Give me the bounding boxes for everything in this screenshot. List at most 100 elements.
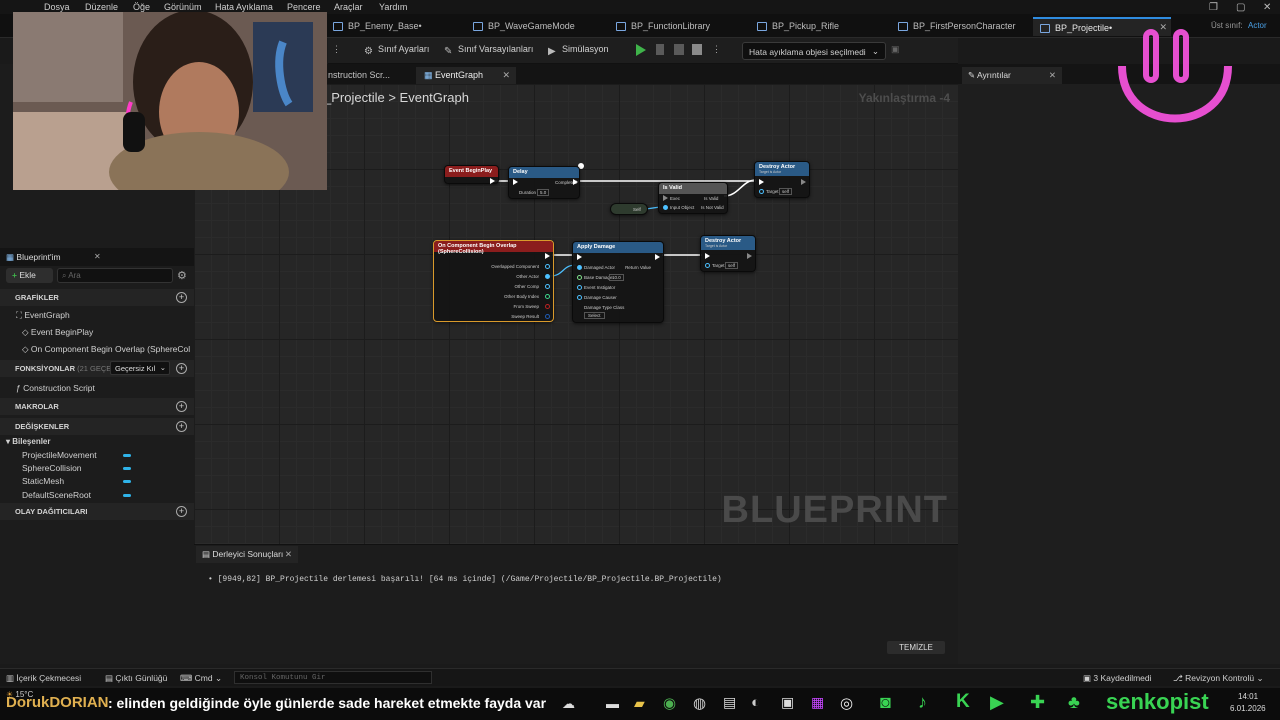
exec-out-pin[interactable]	[490, 178, 495, 184]
section-graphs[interactable]: GRAFİKLER +	[0, 289, 194, 306]
steam-icon[interactable]: ◐	[751, 694, 760, 711]
override-dropdown[interactable]: Geçersiz Kıl ⌄	[110, 361, 170, 375]
tab-compiler-results[interactable]: ▤ Derleyici Sonuçları ✕	[196, 546, 298, 563]
class-defaults-button[interactable]: ✎ Sınıf Varsayılanları	[444, 44, 533, 57]
menu-tools[interactable]: Araçlar	[334, 2, 363, 12]
target-value[interactable]: self	[725, 262, 739, 269]
pin-circle[interactable]	[545, 294, 550, 299]
exec-out-pin[interactable]	[655, 254, 660, 260]
pin-circle[interactable]	[577, 285, 582, 290]
class-settings-button[interactable]: ⚙ Sınıf Ayarları	[364, 44, 429, 57]
target-pin[interactable]	[759, 189, 764, 194]
section-event-dispatchers[interactable]: OLAY DAĞITICILARI +	[0, 503, 194, 520]
cmd-dropdown[interactable]: ⌨ Cmd ⌄	[180, 673, 222, 684]
add-button[interactable]: + Ekle	[6, 268, 53, 283]
tab-bp-functionlibrary[interactable]: BP_FunctionLibrary	[609, 17, 718, 36]
github-icon[interactable]: ◍	[693, 694, 706, 712]
tree-item-construction-script[interactable]: ƒ Construction Script	[16, 383, 95, 393]
target-value[interactable]: self	[779, 188, 793, 195]
close-icon[interactable]: ✕	[1263, 2, 1271, 13]
tree-item-event-beginplay[interactable]: ◇ Event BeginPlay	[22, 327, 93, 338]
output-log-button[interactable]: ▤ Çıktı Günlüğü	[105, 673, 167, 684]
tab-bp-pickup-rifle[interactable]: BP_Pickup_Rifle	[750, 17, 847, 36]
pin-circle[interactable]	[577, 295, 582, 300]
menu-asset[interactable]: Öğe	[133, 2, 150, 12]
section-variables[interactable]: DEĞİŞKENLER +	[0, 418, 194, 435]
close-tab-icon[interactable]: ✕	[1049, 70, 1056, 81]
exec-in-pin[interactable]	[705, 253, 710, 259]
duration-input[interactable]: 5.0	[537, 189, 550, 196]
app-icon[interactable]: ☁	[562, 696, 575, 712]
tab-construction-script[interactable]: nstruction Scr...	[320, 67, 398, 84]
add-graph-icon[interactable]: +	[176, 292, 187, 303]
tab-eventgraph[interactable]: ▦ EventGraph ✕	[416, 67, 516, 84]
node-is-valid[interactable]: Is Valid Exec Is Valid Input Object Is N…	[658, 182, 728, 214]
restore-icon[interactable]: ❐	[1209, 2, 1218, 13]
node-event-beginplay[interactable]: Event BeginPlay	[444, 165, 499, 184]
maximize-icon[interactable]: ▢	[1236, 2, 1245, 13]
tab-details[interactable]: ✎ Ayrıntılar ✕	[962, 67, 1062, 84]
more-options-icon[interactable]: ⋮	[332, 44, 341, 55]
exec-out-pin[interactable]	[747, 253, 752, 259]
clear-button[interactable]: TEMİZLE	[887, 641, 945, 654]
node-destroy-actor[interactable]: Destroy Actor Target is Actor Target sel…	[754, 161, 810, 198]
menu-view[interactable]: Görünüm	[164, 2, 202, 12]
stop-icon[interactable]	[674, 44, 684, 55]
step-icon[interactable]	[656, 44, 664, 55]
exec-out-pin[interactable]	[573, 179, 578, 185]
eject-icon[interactable]	[692, 44, 702, 55]
tab-bp-wavegamemode[interactable]: BP_WaveGameMode	[466, 17, 583, 36]
settings-gear-icon[interactable]: ⚙	[177, 269, 187, 282]
add-dispatcher-icon[interactable]: +	[176, 506, 187, 517]
input-object-pin[interactable]	[663, 205, 668, 210]
close-tab-icon[interactable]: ✕	[502, 70, 510, 81]
pin-circle[interactable]	[577, 275, 582, 280]
play-icon[interactable]	[636, 44, 646, 56]
tab-bp-enemy-base[interactable]: BP_Enemy_Base•	[326, 17, 430, 36]
epic-icon[interactable]: ▣	[781, 694, 794, 711]
play-options-icon[interactable]: ⋮	[712, 44, 721, 55]
variable-defaultsceneroot[interactable]: DefaultSceneRoot	[22, 490, 91, 500]
menu-edit[interactable]: Düzenle	[85, 2, 118, 12]
node-delay[interactable]: Delay Completed Duration 5.0	[508, 166, 580, 199]
menu-help[interactable]: Yardım	[379, 2, 407, 12]
exec-in-pin[interactable]	[759, 179, 764, 185]
variable-spherecollision[interactable]: SphereCollision	[22, 463, 82, 473]
console-input[interactable]: Konsol Komutunu Gir	[234, 671, 432, 684]
add-macro-icon[interactable]: +	[176, 401, 187, 412]
menu-window[interactable]: Pencere	[287, 2, 321, 12]
parent-class-value[interactable]: Actor	[1248, 21, 1267, 30]
store-icon[interactable]: ▤	[723, 694, 736, 711]
twitch-icon[interactable]: ▦	[811, 694, 824, 711]
node-destroy-actor-2[interactable]: Destroy Actor Target is Actor Target sel…	[700, 235, 756, 272]
components-header[interactable]: ▾ Bileşenler	[6, 437, 51, 446]
search-input[interactable]: ⌕ Ara	[57, 268, 173, 283]
pin-circle[interactable]	[545, 274, 550, 279]
simulation-button[interactable]: ▶ Simülasyon	[548, 44, 609, 57]
debug-object-select[interactable]: Hata ayıklama objesi seçilmedi ⌄	[742, 42, 886, 60]
folder-icon[interactable]: ▰	[634, 695, 645, 712]
taskview-icon[interactable]: ▬	[606, 696, 619, 711]
chrome-icon[interactable]: ◉	[663, 694, 676, 712]
pin-circle[interactable]	[577, 265, 582, 270]
tab-bp-firstpersoncharacter[interactable]: BP_FirstPersonCharacter	[891, 17, 1024, 36]
variable-projectilemovement[interactable]: ProjectileMovement	[22, 450, 97, 460]
node-self[interactable]: Self	[610, 203, 648, 215]
content-drawer-button[interactable]: ▥ İçerik Çekmecesi	[6, 673, 81, 684]
section-functions[interactable]: FONKSİYONLAR (21 GEÇERS Geçersiz Kıl ⌄ +	[0, 360, 194, 377]
unreal-icon[interactable]: ◎	[840, 694, 853, 712]
add-function-icon[interactable]: +	[176, 363, 187, 374]
close-tab-icon[interactable]: ✕	[285, 549, 292, 560]
tree-item-eventgraph[interactable]: ⛶ EventGraph	[16, 310, 70, 321]
add-variable-icon[interactable]: +	[176, 421, 187, 432]
exec-in-pin[interactable]	[577, 254, 582, 260]
pin-circle[interactable]	[545, 284, 550, 289]
damage-type-select[interactable]: Select	[584, 312, 605, 319]
node-on-component-begin-overlap[interactable]: On Component Begin Overlap (SphereCollis…	[433, 240, 554, 322]
exec-in-pin[interactable]	[513, 179, 518, 185]
exec-out-pin[interactable]	[801, 179, 806, 185]
pin-circle[interactable]	[545, 304, 550, 309]
menu-debug[interactable]: Hata Ayıklama	[215, 2, 273, 12]
unsaved-button[interactable]: ▣ 3 Kaydedilmedi	[1083, 673, 1152, 684]
menu-file[interactable]: Dosya	[44, 2, 70, 12]
